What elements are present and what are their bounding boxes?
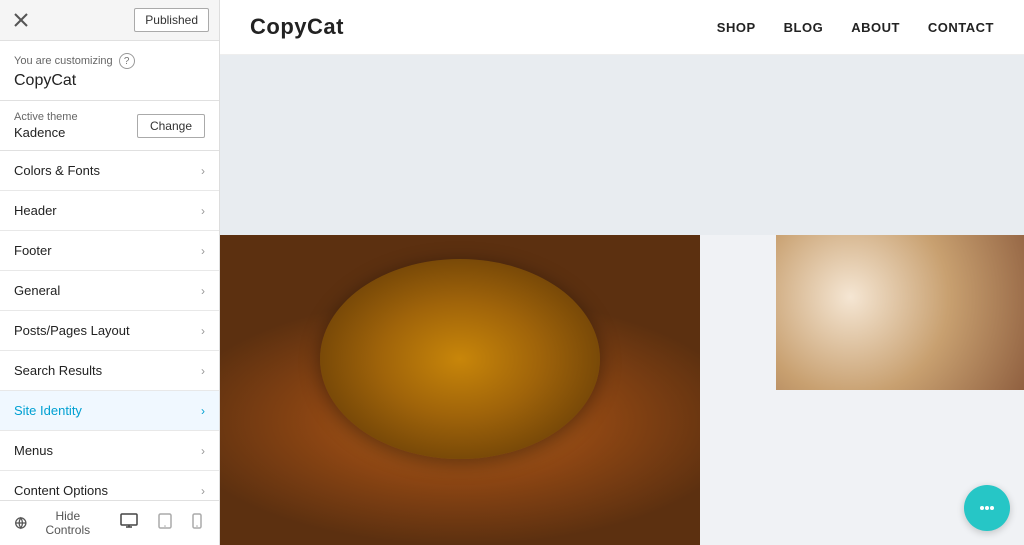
nav-item-label: Menus	[14, 443, 53, 458]
nav-link-blog[interactable]: BLOG	[784, 20, 824, 35]
published-button[interactable]: Published	[134, 8, 209, 32]
change-theme-button[interactable]: Change	[137, 114, 205, 138]
nav-item-label: Colors & Fonts	[14, 163, 100, 178]
pie-image	[220, 235, 700, 545]
desktop-view-button[interactable]	[117, 511, 141, 536]
donuts-image	[776, 235, 1024, 390]
nav-item-content-options[interactable]: Content Options ›	[0, 471, 219, 500]
preview-panel: CopyCat SHOP BLOG ABOUT CONTACT	[220, 0, 1024, 545]
theme-name: Kadence	[14, 125, 78, 140]
nav-item-label: Search Results	[14, 363, 102, 378]
content-area	[220, 235, 1024, 545]
chevron-icon: ›	[201, 244, 205, 258]
theme-info: Active theme Kadence	[14, 111, 78, 140]
nav-item-posts-pages-layout[interactable]: Posts/Pages Layout ›	[0, 311, 219, 351]
help-icon[interactable]: ?	[119, 53, 135, 69]
chevron-icon: ›	[201, 204, 205, 218]
active-theme-label: Active theme	[14, 111, 78, 123]
hide-controls-button[interactable]: Hide Controls	[14, 509, 103, 537]
customizing-section: You are customizing ? CopyCat	[0, 41, 219, 101]
nav-item-label: Site Identity	[14, 403, 82, 418]
nav-link-shop[interactable]: SHOP	[717, 20, 756, 35]
nav-link-contact[interactable]: CONTACT	[928, 20, 994, 35]
customizing-label: You are customizing ?	[14, 53, 205, 69]
site-logo: CopyCat	[250, 14, 344, 40]
nav-item-label: Posts/Pages Layout	[14, 323, 130, 338]
chevron-icon: ›	[201, 444, 205, 458]
pie-topping	[320, 259, 600, 459]
site-header: CopyCat SHOP BLOG ABOUT CONTACT	[220, 0, 1024, 55]
hero-area	[220, 55, 1024, 235]
nav-link-about[interactable]: ABOUT	[851, 20, 900, 35]
close-button[interactable]	[10, 9, 32, 31]
hide-controls-label: Hide Controls	[33, 509, 103, 537]
chevron-icon: ›	[201, 284, 205, 298]
customizing-text: You are customizing	[14, 55, 113, 67]
chevron-icon: ›	[201, 404, 205, 418]
nav-item-label: Content Options	[14, 483, 108, 498]
food-image-left	[220, 235, 700, 545]
customizer-panel: Published You are customizing ? CopyCat …	[0, 0, 220, 545]
nav-item-general[interactable]: General ›	[0, 271, 219, 311]
site-name: CopyCat	[14, 72, 205, 90]
chevron-icon: ›	[201, 164, 205, 178]
chat-widget[interactable]	[964, 485, 1010, 531]
nav-item-header[interactable]: Header ›	[0, 191, 219, 231]
theme-section: Active theme Kadence Change	[0, 101, 219, 151]
chevron-icon: ›	[201, 484, 205, 498]
site-nav: SHOP BLOG ABOUT CONTACT	[717, 20, 994, 35]
nav-item-menus[interactable]: Menus ›	[0, 431, 219, 471]
nav-list: Colors & Fonts › Header › Footer › Gener…	[0, 151, 219, 500]
panel-top-bar: Published	[0, 0, 219, 41]
nav-item-footer[interactable]: Footer ›	[0, 231, 219, 271]
nav-item-label: Header	[14, 203, 57, 218]
tablet-view-button[interactable]	[155, 511, 175, 536]
chevron-icon: ›	[201, 364, 205, 378]
nav-item-search-results[interactable]: Search Results ›	[0, 351, 219, 391]
nav-item-colors-fonts[interactable]: Colors & Fonts ›	[0, 151, 219, 191]
nav-item-label: Footer	[14, 243, 52, 258]
chevron-icon: ›	[201, 324, 205, 338]
nav-item-site-identity[interactable]: Site Identity ›	[0, 391, 219, 431]
nav-item-label: General	[14, 283, 60, 298]
mobile-view-button[interactable]	[189, 511, 205, 536]
food-image-right	[776, 235, 1024, 390]
bottom-bar: Hide Controls	[0, 500, 219, 545]
chat-icon	[976, 497, 998, 519]
